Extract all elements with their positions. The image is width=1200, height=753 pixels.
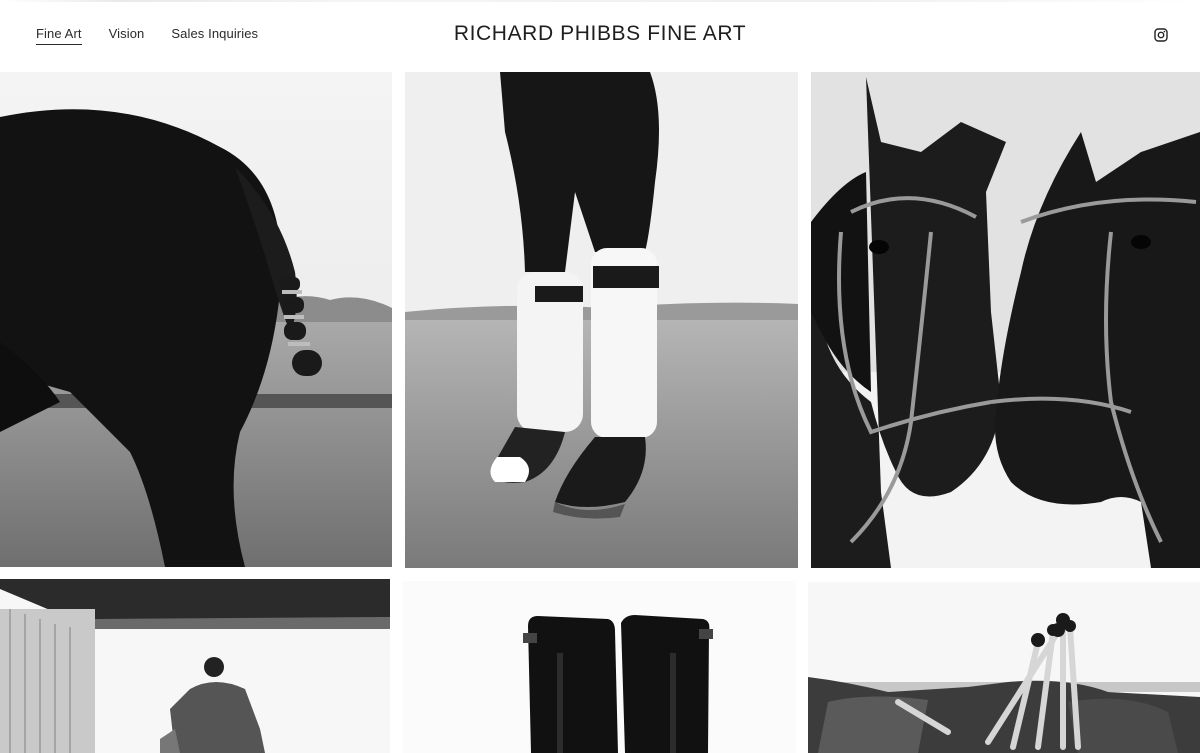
stable-rider-photo bbox=[0, 579, 390, 753]
riding-boots-photo bbox=[403, 581, 796, 753]
gallery-tile-riding-boots[interactable] bbox=[403, 581, 796, 753]
instagram-icon[interactable] bbox=[1154, 28, 1168, 42]
horse-hindquarters-photo bbox=[0, 72, 392, 567]
gallery-tile-two-horses[interactable] bbox=[811, 72, 1200, 568]
site-header: Fine Art Vision Sales Inquiries RICHARD … bbox=[0, 0, 1200, 72]
gallery-tile-stable-rider[interactable] bbox=[0, 579, 390, 753]
gallery-tile-polo-mallets[interactable] bbox=[808, 582, 1200, 753]
site-title[interactable]: RICHARD PHIBBS FINE ART bbox=[0, 22, 1200, 46]
two-horses-heads-photo bbox=[811, 72, 1200, 568]
polo-mallets-photo bbox=[808, 582, 1200, 753]
bandaged-horse-legs-photo bbox=[405, 72, 798, 568]
gallery-tile-bandaged-legs[interactable] bbox=[405, 72, 798, 568]
gallery-tile-horse-hindquarters[interactable] bbox=[0, 72, 392, 567]
